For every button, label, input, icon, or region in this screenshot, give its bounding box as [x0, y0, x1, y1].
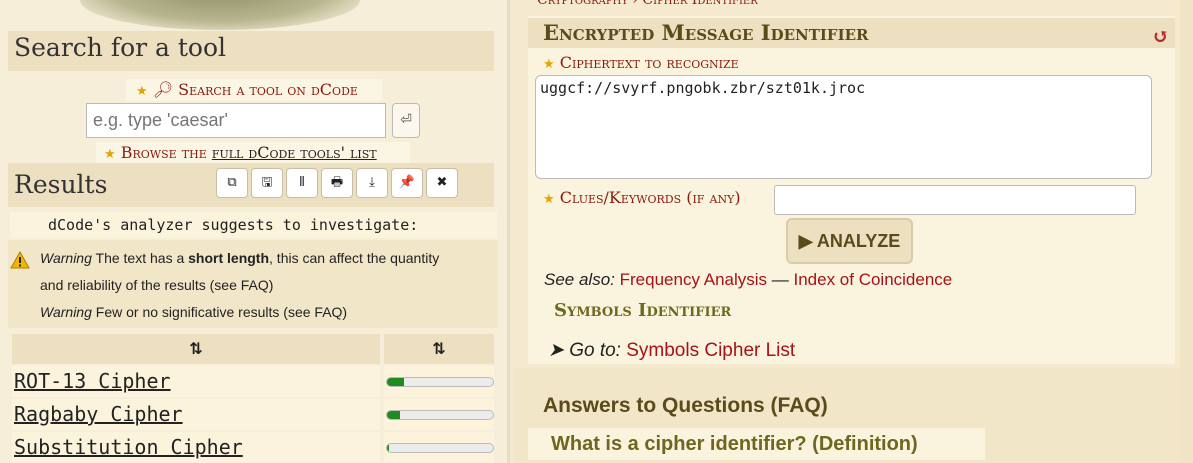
see-also-separator: —: [767, 270, 794, 289]
download-icon: ⤓: [369, 175, 375, 190]
warning-line-1: Warning The text has a short length, thi…: [40, 250, 439, 266]
clues-label: ★ Clues/Keywords (if any): [543, 188, 741, 207]
sort-column-score[interactable]: ⇅: [384, 334, 494, 364]
warning-text: , this can affect the quantity: [269, 250, 440, 266]
ciphertext-input[interactable]: [535, 75, 1152, 179]
browse-list-link[interactable]: full dCode tools' list: [212, 143, 377, 162]
save-button[interactable]: 🖫: [251, 168, 283, 198]
star-icon: ★: [104, 147, 116, 162]
copy-icon: ⧉: [227, 175, 237, 190]
close-icon: ✖: [436, 175, 448, 190]
result-name-link[interactable]: Ragbaby Cipher: [12, 399, 380, 430]
tool-panel: Encrypted Message Identifier ↺ ★ Ciphert…: [528, 16, 1175, 364]
search-heading: Search for a tool: [8, 31, 494, 71]
score-bar-fill: [387, 444, 390, 452]
sort-column-name[interactable]: ⇅: [12, 334, 380, 364]
print-icon: 🖶: [330, 175, 344, 190]
tool-title: Encrypted Message Identifier ↺: [528, 18, 1175, 48]
result-score: [384, 399, 494, 430]
warning-text: The text has a: [91, 250, 189, 266]
right-column: Cryptography › Cipher Identifier Encrypt…: [513, 0, 1193, 463]
result-name-link[interactable]: ROT-13 Cipher: [12, 366, 380, 397]
score-bar: [386, 410, 494, 420]
score-bar-fill: [387, 411, 400, 419]
left-column: Search for a tool ★ 🔎︎ Search a tool on …: [0, 0, 510, 463]
faq-question[interactable]: What is a cipher identifier? (Definition…: [528, 428, 985, 460]
warning-line-3: Warning Few or no significative results …: [40, 304, 347, 320]
score-bar: [386, 443, 494, 453]
reset-icon[interactable]: ↺: [1152, 21, 1169, 51]
pin-icon: 📌: [398, 175, 416, 190]
search-tool-link-label: Search a tool on dCode: [178, 80, 358, 99]
symbols-cipher-list-link[interactable]: Symbols Cipher List: [626, 340, 795, 361]
warning-icon: [10, 250, 30, 269]
frequency-analysis-link[interactable]: Frequency Analysis: [620, 270, 767, 289]
search-go-button[interactable]: ⏎: [392, 103, 420, 138]
result-score: [384, 432, 494, 463]
warning-line-2: and reliability of the results (see FAQ): [40, 277, 274, 293]
enter-icon: ⏎: [400, 112, 412, 128]
star-icon: ★: [543, 57, 555, 72]
search-input[interactable]: [86, 103, 386, 138]
goto-line: ➤ Go to: Symbols Cipher List: [548, 339, 795, 362]
columns-icon: ⦀: [299, 175, 305, 190]
columns-button[interactable]: ⦀: [286, 168, 318, 198]
symbols-identifier-link[interactable]: Symbols Identifier: [554, 300, 731, 321]
browse-tools-link[interactable]: ★ Browse the full dCode tools' list: [96, 142, 410, 164]
warning-label: Warning: [40, 250, 92, 266]
pin-button[interactable]: 📌: [391, 168, 423, 198]
save-icon: 🖫: [261, 175, 273, 190]
result-name-link[interactable]: Substitution Cipher: [12, 432, 380, 463]
ciphertext-label-text: Ciphertext to recognize: [559, 53, 739, 72]
results-toolbar: ⧉ 🖫 ⦀ 🖶 ⤓ 📌 ✖: [216, 168, 458, 198]
download-button[interactable]: ⤓: [356, 168, 388, 198]
clues-label-text: Clues/Keywords (if any): [559, 188, 741, 207]
analyzer-suggestion: dCode's analyzer suggests to investigate…: [10, 212, 497, 238]
analyze-button[interactable]: ▶ ANALYZE: [786, 218, 913, 264]
star-icon: ★: [543, 192, 555, 207]
index-of-coincidence-link[interactable]: Index of Coincidence: [793, 270, 952, 289]
close-button[interactable]: ✖: [426, 168, 458, 198]
browse-prefix: Browse the: [120, 143, 212, 162]
warning-box: Warning The text has a short length, thi…: [8, 240, 498, 328]
star-icon: ★: [136, 84, 148, 99]
see-also-label: See also:: [544, 270, 615, 289]
scrollbar[interactable]: [1180, 0, 1193, 463]
ciphertext-label: ★ Ciphertext to recognize: [543, 53, 739, 72]
score-bar: [386, 377, 494, 387]
warning-emphasis: short length: [188, 250, 270, 266]
clues-input[interactable]: [774, 185, 1136, 215]
search-tool-link[interactable]: ★ 🔎︎ Search a tool on dCode: [126, 79, 382, 101]
warning-text: Few or no significative results (see FAQ…: [91, 304, 348, 320]
faq-heading: Answers to Questions (FAQ): [543, 394, 828, 417]
score-bar-fill: [387, 378, 404, 386]
breadcrumb[interactable]: Cryptography › Cipher Identifier: [537, 0, 758, 8]
magnifier-icon: 🔎︎: [152, 80, 174, 99]
goto-label: ➤ Go to:: [548, 340, 621, 361]
warning-label: Warning: [40, 304, 92, 320]
tool-title-text: Encrypted Message Identifier: [543, 20, 869, 45]
copy-button[interactable]: ⧉: [216, 168, 248, 198]
see-also: See also: Frequency Analysis — Index of …: [544, 270, 952, 290]
print-button[interactable]: 🖶: [321, 168, 353, 198]
result-score: [384, 366, 494, 397]
decorative-image: [80, 0, 360, 30]
